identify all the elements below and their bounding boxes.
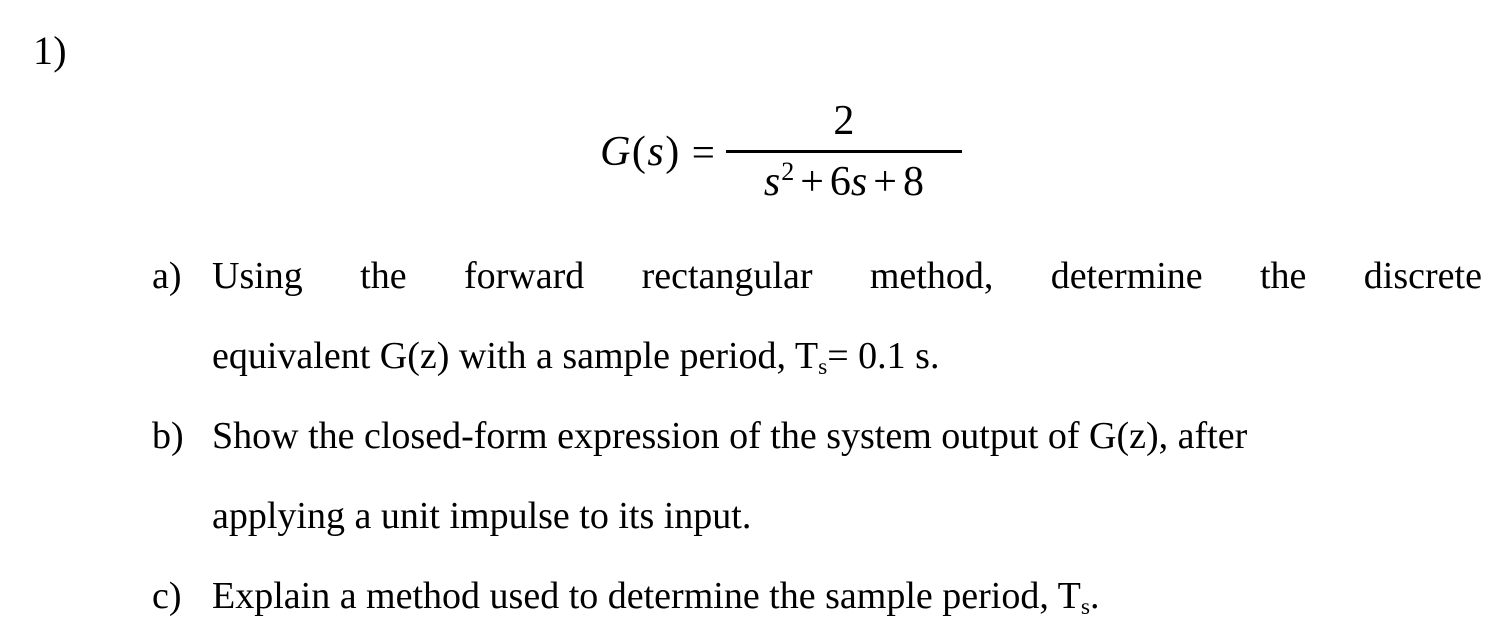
transfer-function-equation: G(s) = 2 s2 +6s +8 bbox=[600, 96, 962, 208]
denominator-operator-2: + bbox=[873, 159, 897, 205]
text-line: equivalent G(z) with a sample period, Ts… bbox=[212, 316, 1482, 396]
list-item-body: Explain a method used to determine the s… bbox=[212, 556, 1482, 636]
list-item-marker: a) bbox=[152, 255, 182, 297]
equation-fraction: 2 s2 +6s +8 bbox=[725, 96, 962, 208]
denominator-term2-variable: s bbox=[850, 159, 868, 205]
list-item-body: Using the forward rectangular method, de… bbox=[212, 236, 1482, 396]
equation-equals-sign: = bbox=[691, 128, 715, 175]
line-text-suffix: . bbox=[1090, 575, 1100, 617]
list-item-body: Show the closed-form expression of the s… bbox=[212, 396, 1482, 556]
equation-left-hand-side: G(s) bbox=[600, 131, 684, 173]
fraction-numerator: 2 bbox=[833, 98, 855, 144]
word: the bbox=[360, 255, 407, 297]
list-item: b) Show the closed-form expression of th… bbox=[0, 396, 1502, 556]
denominator-operator-1: + bbox=[800, 159, 824, 205]
line-text: equivalent G(z) with a sample period, T bbox=[212, 335, 819, 377]
line-text: Show the closed-form expression of the s… bbox=[212, 415, 1248, 457]
text-line: Show the closed-form expression of the s… bbox=[212, 396, 1482, 476]
list-item-marker: c) bbox=[152, 575, 182, 617]
equation-close-paren: ) bbox=[665, 129, 680, 175]
denominator-term1-variable: s bbox=[763, 159, 781, 205]
document-page: 1) G(s) = 2 s2 +6s +8 a) Using the forward… bbox=[0, 0, 1502, 642]
list-item: c) Explain a method used to determine th… bbox=[0, 556, 1502, 636]
denominator-term3-constant: 8 bbox=[902, 159, 924, 205]
word: determine bbox=[1050, 255, 1203, 297]
word: method, bbox=[869, 255, 994, 297]
equation-open-paren: ( bbox=[631, 129, 647, 175]
question-number: 1) bbox=[33, 28, 67, 73]
subscript-s: s bbox=[818, 354, 828, 381]
word: rectangular bbox=[641, 255, 813, 297]
text-line: applying a unit impulse to its input. bbox=[212, 476, 1482, 556]
denominator-term2-coefficient: 6 bbox=[829, 159, 851, 205]
list-item: a) Using the forward rectangular method,… bbox=[0, 236, 1502, 396]
text-line: Explain a method used to determine the s… bbox=[212, 556, 1482, 636]
fraction-denominator: s2 +6s +8 bbox=[726, 156, 962, 208]
fraction-bar bbox=[725, 150, 962, 153]
word: Using bbox=[212, 255, 303, 297]
equation-variable: s bbox=[647, 129, 665, 175]
question-sub-items-list: a) Using the forward rectangular method,… bbox=[0, 236, 1502, 636]
equation-function-name: G bbox=[600, 129, 631, 175]
line-text: Explain a method used to determine the s… bbox=[212, 575, 1081, 617]
line-text: applying a unit impulse to its input. bbox=[212, 495, 752, 537]
display-equation-block: G(s) = 2 s2 +6s +8 bbox=[0, 96, 1502, 208]
list-item-marker: b) bbox=[152, 415, 184, 457]
word: discrete bbox=[1363, 255, 1482, 297]
word: the bbox=[1259, 255, 1307, 297]
denominator-term1-exponent: 2 bbox=[781, 157, 795, 186]
subscript-s: s bbox=[1080, 594, 1091, 621]
text-line: Using the forward rectangular method, de… bbox=[212, 236, 1482, 316]
line-text-suffix: = 0.1 s. bbox=[827, 335, 940, 377]
word: forward bbox=[463, 255, 585, 297]
